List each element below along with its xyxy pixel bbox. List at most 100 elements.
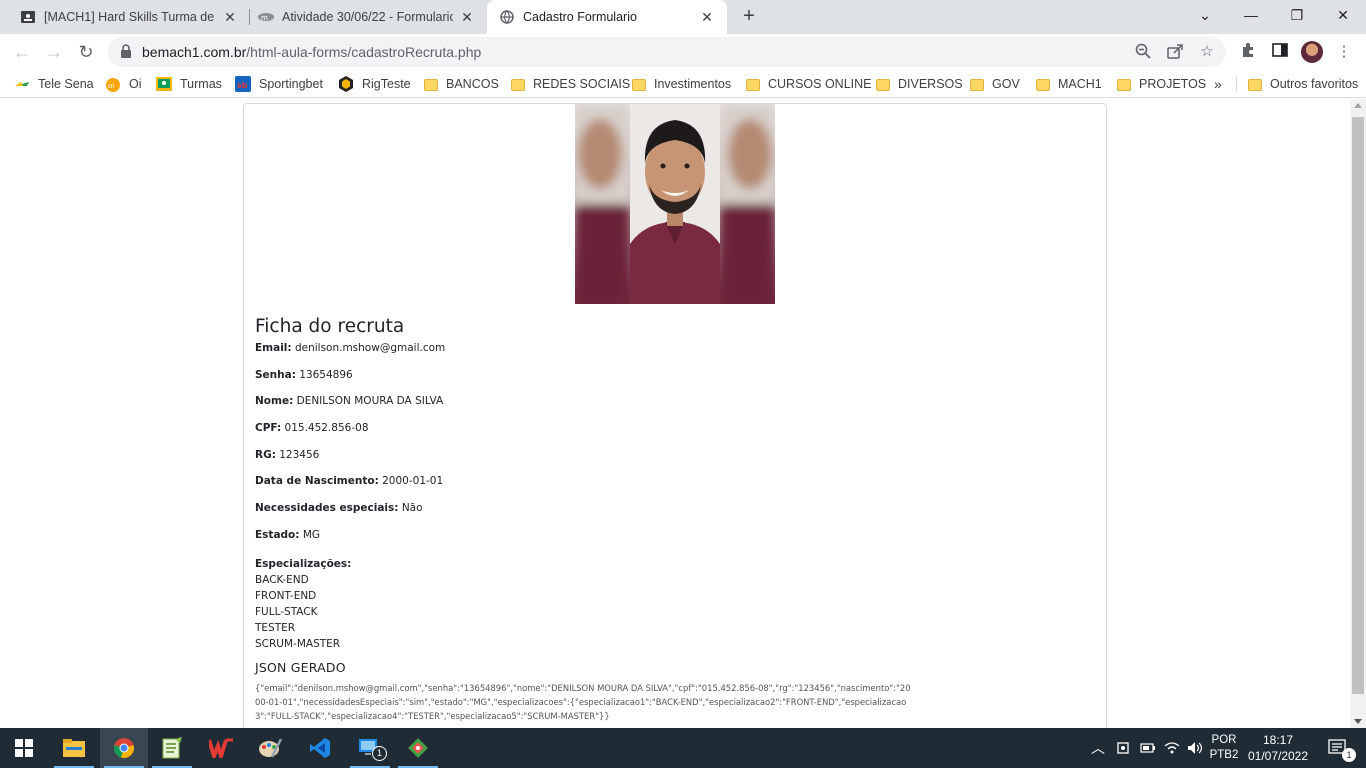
page-title: Ficha do recruta bbox=[255, 316, 405, 337]
chrome-button[interactable] bbox=[100, 728, 148, 768]
bookmark-folder-outros-favoritos[interactable]: Outros favoritos bbox=[1248, 75, 1358, 93]
bookmark-folder-diversos[interactable]: DIVERSOS bbox=[876, 75, 963, 93]
recruit-photo bbox=[575, 104, 775, 304]
bookmark-turmas[interactable]: Turmas bbox=[156, 75, 222, 93]
bookmark-folder-cursos-online[interactable]: CURSOS ONLINE bbox=[746, 75, 872, 93]
remote-desktop-button[interactable]: 1 bbox=[346, 728, 394, 768]
close-window-button[interactable]: ✕ bbox=[1320, 0, 1366, 30]
bookmark-folder-bancos[interactable]: BANCOS bbox=[424, 75, 499, 93]
url-host: bemach1.com.br bbox=[142, 44, 247, 60]
meet-now-icon[interactable] bbox=[1113, 728, 1135, 768]
scroll-up-icon[interactable] bbox=[1354, 103, 1362, 108]
field-necessidades: Necessidades especiais: Não bbox=[255, 502, 1095, 529]
keyboard-layout: PTB2 bbox=[1209, 749, 1239, 761]
extensions-icon[interactable] bbox=[1238, 42, 1258, 62]
bookmark-oi[interactable]: oi Oi bbox=[105, 75, 142, 93]
restore-button[interactable]: ❐ bbox=[1274, 0, 1320, 30]
star-icon[interactable]: ☆ bbox=[1198, 43, 1216, 61]
start-button[interactable] bbox=[0, 728, 48, 768]
bookmark-label: Outros favoritos bbox=[1270, 77, 1359, 91]
notepad-plus-button[interactable] bbox=[148, 728, 196, 768]
language-code: POR bbox=[1211, 734, 1237, 746]
sportingbet-icon: sb bbox=[235, 76, 251, 92]
field-estado: Estado: MG bbox=[255, 529, 1095, 556]
file-explorer-button[interactable] bbox=[50, 728, 98, 768]
forward-button[interactable]: → bbox=[40, 38, 68, 66]
svg-text:oi: oi bbox=[108, 82, 114, 90]
profile-avatar[interactable] bbox=[1301, 41, 1323, 63]
git-button[interactable] bbox=[394, 728, 442, 768]
vscode-button[interactable] bbox=[296, 728, 344, 768]
scroll-down-icon[interactable] bbox=[1354, 719, 1362, 724]
close-icon[interactable]: ✕ bbox=[459, 9, 475, 25]
vscode-icon bbox=[310, 738, 330, 758]
zoom-icon[interactable] bbox=[1134, 43, 1152, 61]
bookmark-label: BANCOS bbox=[446, 77, 499, 91]
bookmark-folder-gov[interactable]: GOV bbox=[970, 75, 1020, 93]
field-value: 13654896 bbox=[299, 368, 353, 381]
json-heading: JSON GERADO bbox=[255, 659, 346, 675]
folder-icon bbox=[746, 79, 760, 91]
notification-center-button[interactable]: 1 bbox=[1318, 728, 1358, 768]
reload-button[interactable]: ↻ bbox=[72, 38, 100, 66]
browser-toolbar: ← → ↻ bemach1.com.br/html-aula-forms/cad… bbox=[0, 34, 1366, 70]
bookmark-folder-mach1[interactable]: MACH1 bbox=[1036, 75, 1102, 93]
page-viewport: Ficha do recruta Email: denilson.mshow@g… bbox=[0, 99, 1350, 728]
back-button[interactable]: ← bbox=[8, 38, 36, 66]
tab-search-button[interactable]: ⌄ bbox=[1182, 0, 1228, 30]
rig-icon bbox=[338, 76, 354, 92]
folder-icon bbox=[511, 79, 525, 91]
bookmark-folder-redes-sociais[interactable]: REDES SOCIAIS bbox=[511, 75, 630, 93]
bookmark-folder-projetos[interactable]: PROJETOS bbox=[1117, 75, 1206, 93]
close-icon[interactable]: ✕ bbox=[222, 9, 238, 25]
tab-mach1[interactable]: [MACH1] Hard Skills Turma de Ju ✕ bbox=[0, 0, 250, 34]
lock-icon[interactable] bbox=[120, 44, 134, 60]
field-rg: RG: 123456 bbox=[255, 449, 1095, 476]
field-value: Não bbox=[401, 502, 423, 515]
bookmark-label: DIVERSOS bbox=[898, 77, 963, 91]
bookmark-sportingbet[interactable]: sb Sportingbet bbox=[235, 75, 323, 93]
scrollbar-thumb[interactable] bbox=[1352, 117, 1364, 694]
address-bar[interactable]: bemach1.com.br/html-aula-forms/cadastroR… bbox=[108, 37, 1226, 67]
url-text[interactable]: bemach1.com.br/html-aula-forms/cadastroR… bbox=[142, 44, 481, 60]
menu-icon[interactable]: ⋮ bbox=[1334, 42, 1354, 62]
start-icon bbox=[15, 739, 33, 757]
notification-count-badge: 1 bbox=[1342, 748, 1356, 762]
page-scrollbar[interactable] bbox=[1350, 99, 1366, 728]
new-tab-button[interactable]: + bbox=[738, 5, 760, 27]
field-email: Email: denilson.mshow@gmail.com bbox=[255, 342, 1095, 369]
share-icon[interactable] bbox=[1166, 43, 1184, 61]
moodle-icon: m bbox=[258, 9, 274, 25]
more-bookmarks-button[interactable]: » bbox=[1214, 75, 1222, 93]
bookmark-label: PROJETOS bbox=[1139, 77, 1207, 91]
language-indicator[interactable]: POR PTB2 bbox=[1207, 728, 1241, 768]
paint-button[interactable] bbox=[246, 728, 294, 768]
wps-button[interactable] bbox=[197, 728, 245, 768]
svg-text:m: m bbox=[261, 14, 268, 22]
json-output: {"email":"denilson.mshow@gmail.com","sen… bbox=[255, 682, 911, 721]
minimize-button[interactable]: — bbox=[1228, 0, 1274, 30]
volume-icon[interactable] bbox=[1184, 728, 1206, 768]
bookmark-tele-sena[interactable]: Tele Sena bbox=[14, 75, 94, 93]
tray-overflow-icon[interactable]: ︿ bbox=[1088, 728, 1108, 768]
tab-atividade[interactable]: m Atividade 30/06/22 - Formularios ✕ bbox=[238, 0, 487, 34]
wifi-icon[interactable] bbox=[1161, 728, 1183, 768]
bookmark-label: Tele Sena bbox=[38, 77, 94, 91]
clock[interactable]: 18:17 01/07/2022 bbox=[1244, 728, 1312, 768]
tab-cadastro[interactable]: Cadastro Formulario ✕ bbox=[487, 0, 727, 34]
field-label: CPF: bbox=[255, 422, 282, 435]
field-value: 123456 bbox=[279, 448, 320, 461]
tab-title: [MACH1] Hard Skills Turma de Ju bbox=[44, 10, 216, 24]
bookmark-rigteste[interactable]: RigTeste bbox=[338, 75, 411, 93]
list-item: FULL-STACK bbox=[255, 605, 318, 618]
field-value: 015.452.856-08 bbox=[284, 422, 369, 435]
bookmark-label: Investimentos bbox=[654, 77, 732, 91]
close-icon[interactable]: ✕ bbox=[699, 9, 715, 25]
battery-icon[interactable] bbox=[1137, 728, 1159, 768]
especializacoes-list: Especializações: BACK-END FRONT-END FULL… bbox=[255, 556, 1095, 652]
bookmark-folder-investimentos[interactable]: Investimentos bbox=[632, 75, 731, 93]
side-panel-icon[interactable] bbox=[1270, 42, 1290, 62]
list-item: SCRUM-MASTER bbox=[255, 637, 341, 650]
field-value: DENILSON MOURA DA SILVA bbox=[296, 395, 444, 408]
field-label: RG: bbox=[255, 448, 276, 461]
